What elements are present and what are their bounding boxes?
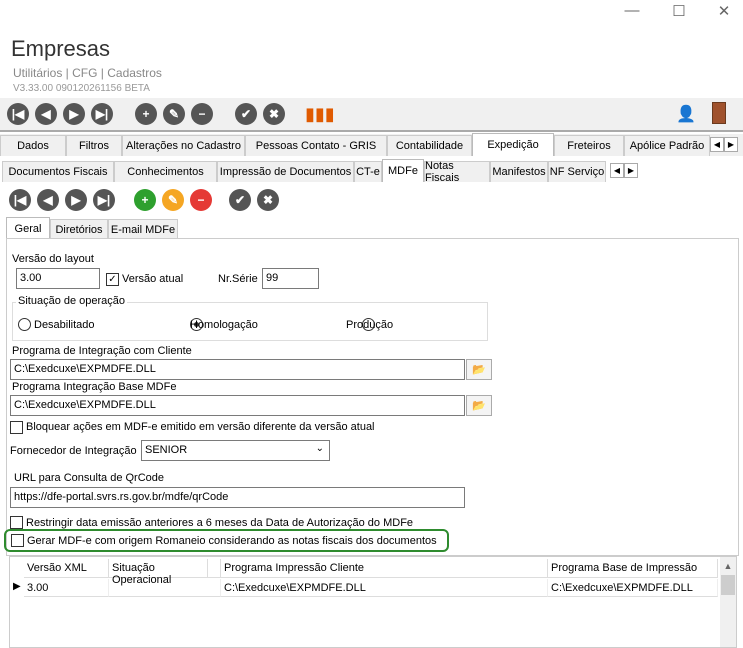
user-security-icon[interactable]: 👤 <box>676 104 696 124</box>
table-cell[interactable]: C:\Exedcuxe\EXPMDFE.DLL <box>221 579 548 597</box>
add-icon[interactable]: + <box>135 103 157 125</box>
tab-apolice-padrao[interactable]: Apólice Padrão <box>624 135 710 156</box>
tab-dados[interactable]: Dados <box>0 135 66 156</box>
prog-base-label: Programa Integração Base MDFe <box>12 381 177 393</box>
tab-expedicao[interactable]: Expedição <box>472 133 554 156</box>
close-button[interactable]: ✕ <box>714 2 734 20</box>
version-label: V3.33.00 090120261156 BETA <box>13 83 150 94</box>
folder-open-icon[interactable]: 📂 <box>466 395 492 416</box>
delete-icon[interactable]: − <box>190 189 212 211</box>
gerar-romaneio-label: Gerar MDF-e com origem Romaneio consider… <box>27 535 437 547</box>
tabs-scroll-left-icon[interactable]: ◀ <box>710 137 724 152</box>
fornecedor-value: SENIOR <box>145 444 188 456</box>
tab-notas-fiscais[interactable]: Notas Fiscais <box>424 160 490 184</box>
confirm-icon[interactable]: ✔ <box>229 189 251 211</box>
fornecedor-label: Fornecedor de Integração <box>10 445 137 457</box>
page-title: Empresas <box>11 36 111 61</box>
folder-open-icon[interactable]: 📂 <box>466 359 492 380</box>
breadcrumb: Utilitários | CFG | Cadastros <box>13 66 162 80</box>
column-header-versao-xml[interactable]: Versão XML <box>24 559 109 578</box>
fornecedor-select[interactable]: SENIOR ⌄ <box>141 440 330 461</box>
nr-serie-label: Nr.Série <box>218 273 258 285</box>
table-cell[interactable]: C:\Exedcuxe\EXPMDFE.DLL <box>548 579 718 597</box>
mdfe-grid: Versão XML Situação Operacional Programa… <box>9 556 737 648</box>
prog-base-input[interactable]: C:\Exedcuxe\EXPMDFE.DLL <box>10 395 465 416</box>
tabs-scroll-right-icon[interactable]: ▶ <box>724 137 738 152</box>
previous-record-icon[interactable]: ◀ <box>37 189 59 211</box>
next-record-icon[interactable]: ▶ <box>65 189 87 211</box>
first-record-icon[interactable]: |◀ <box>7 103 29 125</box>
chevron-down-icon: ⌄ <box>315 443 324 454</box>
versao-layout-label: Versão do layout <box>12 253 94 265</box>
tab-filtros[interactable]: Filtros <box>66 135 122 156</box>
cancel-icon[interactable]: ✖ <box>263 103 285 125</box>
restringir-checkbox[interactable] <box>10 516 23 529</box>
radio-homologacao-label: Homologação <box>190 319 258 331</box>
radio-producao-label: Produção <box>346 319 394 331</box>
restringir-label: Restringir data emissão anteriores a 6 m… <box>26 517 414 529</box>
tab-email-mdfe[interactable]: E-mail MDFe <box>108 219 178 240</box>
main-tabs: Dados Filtros Alterações no Cadastro Pes… <box>0 133 743 156</box>
last-record-icon[interactable]: ▶| <box>91 103 113 125</box>
url-label: URL para Consulta de QrCode <box>14 472 165 484</box>
table-cell[interactable] <box>109 579 221 597</box>
subtabs-scroll-right-icon[interactable]: ▶ <box>624 163 638 178</box>
situacao-label: Situação de operação <box>16 295 128 307</box>
delete-icon[interactable]: − <box>191 103 213 125</box>
report-chart-icon[interactable]: ▮▮▮ <box>305 104 335 125</box>
tab-pessoas-contato[interactable]: Pessoas Contato - GRIS <box>245 135 387 156</box>
maximize-button[interactable]: ☐ <box>669 2 689 20</box>
tab-cte[interactable]: CT-e <box>354 161 382 182</box>
subtabs-scroll-left-icon[interactable]: ◀ <box>610 163 624 178</box>
exit-door-icon[interactable] <box>712 102 726 124</box>
scrollbar-thumb[interactable] <box>721 575 735 595</box>
versao-atual-checkbox[interactable]: ✓ <box>106 273 119 286</box>
previous-record-icon[interactable]: ◀ <box>35 103 57 125</box>
next-record-icon[interactable]: ▶ <box>63 103 85 125</box>
edit-icon[interactable]: ✎ <box>162 189 184 211</box>
radio-desabilitado[interactable] <box>18 318 31 331</box>
add-icon[interactable]: + <box>134 189 156 211</box>
tab-contabilidade[interactable]: Contabilidade <box>387 135 472 156</box>
edit-icon[interactable]: ✎ <box>163 103 185 125</box>
last-record-icon[interactable]: ▶| <box>93 189 115 211</box>
vertical-scrollbar[interactable]: ▲ <box>720 557 736 647</box>
confirm-icon[interactable]: ✔ <box>235 103 257 125</box>
tab-conhecimentos[interactable]: Conhecimentos <box>114 161 217 182</box>
column-header-prog-base-impressao[interactable]: Programa Base de Impressão <box>548 559 718 578</box>
minimize-button[interactable]: — <box>622 2 642 19</box>
tab-diretorios[interactable]: Diretórios <box>50 219 108 240</box>
tab-geral[interactable]: Geral <box>6 217 50 240</box>
scroll-up-icon[interactable]: ▲ <box>720 561 736 571</box>
bloquear-label: Bloquear ações em MDF-e emitido em versã… <box>26 421 375 433</box>
cancel-icon[interactable]: ✖ <box>257 189 279 211</box>
tab-freteiros[interactable]: Freteiros <box>554 135 624 156</box>
tab-nf-servico[interactable]: NF Serviço <box>548 161 606 182</box>
tab-mdfe[interactable]: MDFe <box>382 159 424 182</box>
versao-layout-input[interactable]: 3.00 <box>16 268 100 289</box>
tab-manifestos[interactable]: Manifestos <box>490 161 548 182</box>
tab-documentos-fiscais[interactable]: Documentos Fiscais <box>2 161 114 182</box>
tab-impressao-documentos[interactable]: Impressão de Documentos <box>217 161 354 182</box>
main-toolbar: |◀ ◀ ▶ ▶| + ✎ − ✔ ✖ ▮▮▮ 👤 <box>0 98 743 132</box>
prog-cliente-label: Programa de Integração com Cliente <box>12 345 192 357</box>
table-cell[interactable]: 3.00 <box>24 579 109 597</box>
bloquear-checkbox[interactable] <box>10 421 23 434</box>
current-row-indicator-icon: ▶ <box>13 581 21 592</box>
inner-tabs: Geral Diretórios E-mail MDFe <box>6 217 306 240</box>
prog-cliente-input[interactable]: C:\Exedcuxe\EXPMDFE.DLL <box>10 359 465 380</box>
radio-desabilitado-label: Desabilitado <box>34 319 95 331</box>
sub-tabs: Documentos Fiscais Conhecimentos Impress… <box>0 159 743 184</box>
gerar-romaneio-checkbox[interactable] <box>11 534 24 547</box>
column-header-situacao[interactable]: Situação Operacional <box>109 559 221 586</box>
url-input[interactable]: https://dfe-portal.svrs.rs.gov.br/mdfe/q… <box>10 487 465 508</box>
nr-serie-input[interactable]: 99 <box>262 268 319 289</box>
versao-atual-label: Versão atual <box>122 273 184 285</box>
column-header-prog-impressao-cliente[interactable]: Programa Impressão Cliente <box>221 559 548 578</box>
first-record-icon[interactable]: |◀ <box>9 189 31 211</box>
tab-alteracoes[interactable]: Alterações no Cadastro <box>122 135 245 156</box>
